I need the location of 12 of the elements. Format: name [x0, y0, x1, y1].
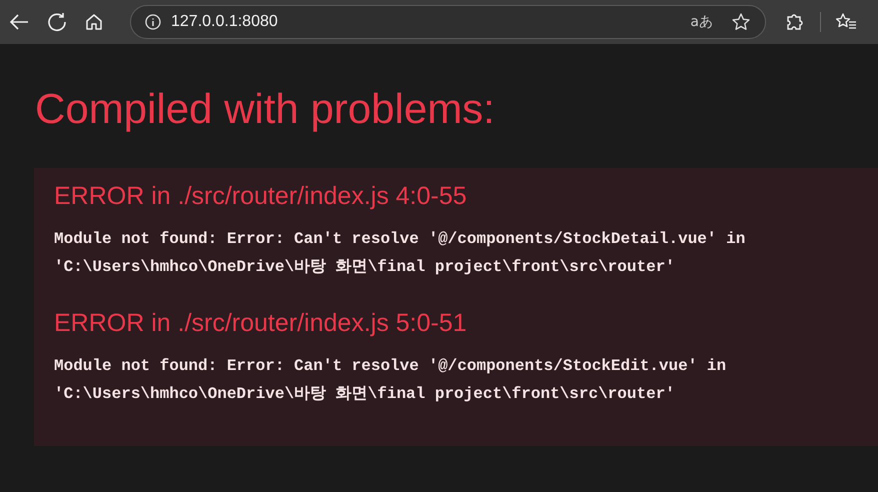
url-text: 127.0.0.1:8080: [171, 13, 278, 31]
info-icon[interactable]: [145, 14, 161, 30]
star-icon[interactable]: [731, 12, 751, 32]
error-heading: ERROR in ./src/router/index.js 4:0-55: [54, 182, 468, 211]
error-message: Module not found: Error: Can't resolve '@/components/StockDetail.vue' in 'C:\Users\hmhco\OneDrive\바탕 화면\final project\front\src\router': [54, 229, 746, 278]
address-bar[interactable]: 127.0.0.1:8080 aあ: [130, 5, 766, 39]
error-message: Module not found: Error: Can't resolve '@/components/StockEdit.vue' in 'C:\Users\hmhco\OneDrive\바탕 화면\final project\front\src\router': [54, 356, 728, 405]
error-heading: ERROR in ./src/router/index.js 5:0-51: [54, 309, 468, 338]
home-icon[interactable]: [84, 12, 104, 32]
translate-icon[interactable]: aあ: [690, 13, 713, 31]
refresh-icon[interactable]: [46, 11, 68, 33]
overlay-title: Compiled with problems:: [34, 84, 496, 134]
